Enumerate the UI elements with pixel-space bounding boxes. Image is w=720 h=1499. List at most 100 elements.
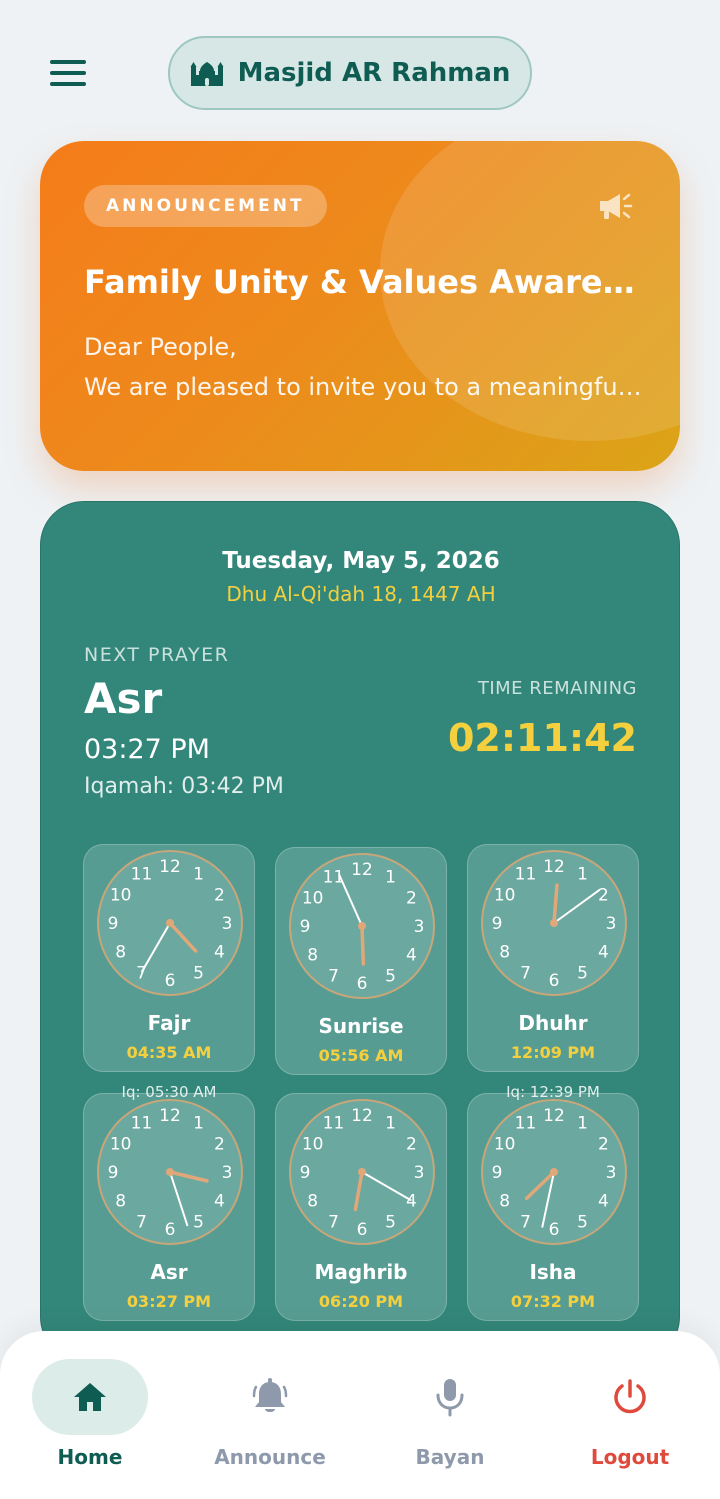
clock-number: 4 bbox=[406, 946, 417, 966]
nav-logout-label: Logout bbox=[590, 1445, 670, 1469]
prayer-tile-isha[interactable]: 12 1 2 3 4 5 6 7 8 9 10 11 Isha 07:32 PM bbox=[467, 1093, 639, 1321]
clock-number: 8 bbox=[499, 943, 510, 963]
clock-number: 8 bbox=[499, 1192, 510, 1212]
time-remaining-label: TIME REMAINING bbox=[477, 678, 637, 699]
clock-number: 3 bbox=[606, 914, 617, 934]
clock-number: 10 bbox=[110, 886, 132, 906]
clock-number: 4 bbox=[598, 1192, 609, 1212]
nav-bayan-icon-wrap bbox=[392, 1359, 508, 1435]
nav-bayan[interactable]: Bayan bbox=[360, 1331, 540, 1499]
prayer-tile-dhuhr[interactable]: 12 1 2 3 4 5 6 7 8 9 10 11 Dhuhr 12:09 PM bbox=[467, 844, 639, 1072]
clock-number: 10 bbox=[302, 889, 324, 909]
hamburger-menu-icon[interactable] bbox=[50, 58, 86, 88]
prayer-time: 12:09 PM bbox=[510, 1043, 596, 1062]
clock-number: 3 bbox=[606, 1163, 617, 1183]
prayer-tile-fajr[interactable]: 12 1 2 3 4 5 6 7 8 9 10 11 Fajr 04:35 AM bbox=[83, 844, 255, 1072]
clock-number: 6 bbox=[165, 971, 176, 991]
announcement-card[interactable]: ANNOUNCEMENT Family Unity & Values Aware… bbox=[40, 141, 680, 471]
analog-clock-icon: 12 1234567891011 bbox=[289, 853, 435, 999]
clock-number: 3 bbox=[222, 914, 233, 934]
clock-number: 6 bbox=[357, 974, 368, 994]
clock-number: 7 bbox=[328, 966, 339, 986]
bell-icon bbox=[252, 1378, 288, 1412]
prayer-times-card: Tuesday, May 5, 2026 Dhu Al-Qi'dah 18, 1… bbox=[40, 501, 680, 1361]
nav-announce[interactable]: Announce bbox=[180, 1331, 360, 1499]
clock-number: 12 bbox=[159, 857, 181, 877]
clock-number: 9 bbox=[300, 1163, 311, 1183]
microphone-icon bbox=[436, 1379, 464, 1417]
prayer-name: Sunrise bbox=[318, 1014, 404, 1038]
clock-number: 7 bbox=[520, 1212, 531, 1232]
masjid-name: Masjid AR Rahman bbox=[237, 58, 511, 88]
clock-center bbox=[550, 919, 558, 927]
masjid-selector[interactable]: Masjid AR Rahman bbox=[168, 36, 532, 110]
prayer-tile-sunrise[interactable]: 12 1 2 3 4 5 6 7 8 9 10 11 Sunrise 05:56 AM bbox=[275, 847, 447, 1075]
clock-number: 10 bbox=[494, 886, 516, 906]
analog-clock-icon: 12 1234567891011 bbox=[481, 850, 627, 996]
nav-logout[interactable]: Logout bbox=[540, 1331, 720, 1499]
clock-number: 6 bbox=[165, 1220, 176, 1240]
clock-number: 3 bbox=[222, 1163, 233, 1183]
nav-logout-icon-wrap bbox=[572, 1359, 688, 1435]
announcement-badge: ANNOUNCEMENT bbox=[84, 185, 327, 227]
clock-number: 10 bbox=[302, 1135, 324, 1155]
analog-clock-icon: 12 1234567891011 bbox=[97, 850, 243, 996]
clock-number: 9 bbox=[492, 1163, 503, 1183]
prayer-time: 06:20 PM bbox=[318, 1292, 404, 1311]
clock-number: 5 bbox=[193, 963, 204, 983]
prayer-name: Dhuhr bbox=[518, 1011, 588, 1035]
prayer-name: Isha bbox=[529, 1260, 577, 1284]
clock-number: 3 bbox=[414, 1163, 425, 1183]
clock-center bbox=[550, 1168, 558, 1176]
prayer-tile-asr[interactable]: 12 1 2 3 4 5 6 7 8 9 10 11 Asr 03:27 PM bbox=[83, 1093, 255, 1321]
clock-number: 6 bbox=[549, 1220, 560, 1240]
clock-number: 12 bbox=[159, 1106, 181, 1126]
analog-clock-icon: 12 1234567891011 bbox=[289, 1099, 435, 1245]
nav-home[interactable]: Home bbox=[0, 1331, 180, 1499]
prayer-name: Fajr bbox=[147, 1011, 191, 1035]
clock-number: 2 bbox=[598, 886, 609, 906]
clock-number: 6 bbox=[357, 1220, 368, 1240]
clock-center bbox=[166, 1168, 174, 1176]
time-remaining-countdown: 02:11:42 bbox=[447, 716, 637, 760]
prayer-tile-maghrib[interactable]: 12 1 2 3 4 5 6 7 8 9 10 11 Maghrib 06:20 PM bbox=[275, 1093, 447, 1321]
clock-number: 4 bbox=[214, 943, 225, 963]
clock-hour-hand bbox=[360, 924, 366, 966]
clock-number: 12 bbox=[543, 857, 565, 877]
clock-number: 9 bbox=[492, 914, 503, 934]
nav-home-icon-wrap bbox=[32, 1359, 148, 1435]
next-prayer-time: 03:27 PM bbox=[84, 734, 210, 765]
clock-number: 4 bbox=[598, 943, 609, 963]
clock-number: 8 bbox=[307, 946, 318, 966]
clock-number: 11 bbox=[515, 865, 537, 885]
clock-number: 3 bbox=[414, 917, 425, 937]
announcement-body: Dear People, We are pleased to invite yo… bbox=[84, 327, 644, 407]
clock-number: 10 bbox=[110, 1135, 132, 1155]
prayer-time: 05:56 AM bbox=[318, 1046, 404, 1065]
clock-number: 8 bbox=[307, 1192, 318, 1212]
prayer-time: 03:27 PM bbox=[126, 1292, 212, 1311]
mosque-icon bbox=[190, 62, 224, 86]
power-icon bbox=[614, 1379, 646, 1414]
next-prayer-iqamah: Iqamah: 03:42 PM bbox=[84, 774, 284, 799]
clock-number: 12 bbox=[351, 1106, 373, 1126]
clock-number: 1 bbox=[577, 865, 588, 885]
clock-number: 7 bbox=[328, 1212, 339, 1232]
nav-bayan-label: Bayan bbox=[415, 1445, 485, 1469]
clock-number: 11 bbox=[131, 1114, 153, 1134]
analog-clock-icon: 12 1234567891011 bbox=[481, 1099, 627, 1245]
hijri-date: Dhu Al-Qi'dah 18, 1447 AH bbox=[226, 582, 496, 606]
clock-number: 4 bbox=[406, 1192, 417, 1212]
clock-number: 5 bbox=[385, 1212, 396, 1232]
megaphone-icon bbox=[600, 193, 633, 219]
clock-number: 1 bbox=[193, 1114, 204, 1134]
clock-number: 2 bbox=[406, 889, 417, 909]
nav-announce-icon-wrap bbox=[212, 1359, 328, 1435]
announcement-title: Family Unity & Values Awareness bbox=[84, 263, 644, 301]
clock-number: 9 bbox=[300, 917, 311, 937]
prayer-name: Maghrib bbox=[314, 1260, 408, 1284]
bottom-navigation: Home Announce Bayan Logout bbox=[0, 1331, 720, 1499]
nav-home-label: Home bbox=[57, 1445, 123, 1469]
clock-center bbox=[358, 922, 366, 930]
gregorian-date: Tuesday, May 5, 2026 bbox=[222, 548, 500, 574]
